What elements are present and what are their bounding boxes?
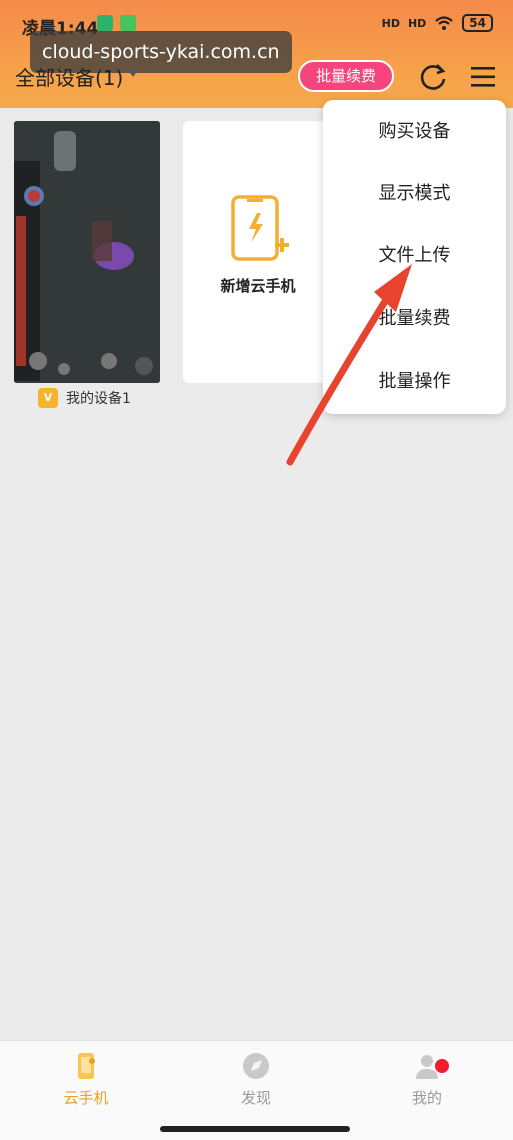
tab-label: 我的	[411, 1089, 442, 1107]
discover-icon	[243, 1053, 269, 1079]
add-cloud-phone-card[interactable]: 新增云手机	[183, 121, 333, 383]
bottom-navigation: 云手机 发现 我的	[0, 1040, 513, 1140]
home-indicator[interactable]	[160, 1126, 350, 1132]
tab-discover[interactable]: 发现	[206, 1051, 306, 1108]
batch-renew-button[interactable]: 批量续费	[298, 60, 394, 92]
wifi-icon	[435, 16, 454, 30]
chevron-down-icon[interactable]	[128, 70, 138, 77]
notification-dot	[435, 1059, 449, 1073]
status-indicators: HD HD 54	[382, 14, 493, 32]
refresh-icon[interactable]	[418, 62, 448, 92]
tab-cloud-phone[interactable]: 云手机	[36, 1051, 136, 1108]
add-cloud-phone-label: 新增云手机	[220, 277, 296, 295]
page-title[interactable]: 全部设备(1)	[15, 62, 123, 91]
hamburger-menu-icon[interactable]	[470, 64, 496, 90]
device-thumbnail[interactable]	[14, 121, 160, 383]
game-screenshot	[14, 121, 160, 383]
signal-label-1: HD	[381, 16, 400, 30]
phone-icon	[78, 1053, 95, 1079]
signal-label-2: HD	[407, 16, 427, 30]
dropdown-menu: 购买设备 显示模式 文件上传 批量续费 批量操作	[323, 100, 506, 414]
vip-badge: V	[38, 388, 58, 408]
menu-item-batch-operate[interactable]: 批量操作	[323, 352, 506, 412]
menu-item-batch-renew[interactable]: 批量续费	[323, 289, 506, 349]
shield-icon	[97, 15, 113, 31]
menu-item-buy-device[interactable]: 购买设备	[323, 102, 506, 162]
add-phone-icon	[231, 195, 289, 261]
tab-label: 云手机	[63, 1089, 109, 1107]
device-name: 我的设备1	[66, 391, 131, 407]
download-icon	[120, 15, 136, 31]
tab-label: 发现	[240, 1089, 271, 1107]
device-label[interactable]: V 我的设备1	[38, 388, 131, 408]
tab-profile[interactable]: 我的	[377, 1051, 477, 1108]
battery-indicator: 54	[462, 14, 493, 32]
menu-item-display-mode[interactable]: 显示模式	[323, 164, 506, 224]
menu-item-file-upload[interactable]: 文件上传	[323, 226, 506, 286]
